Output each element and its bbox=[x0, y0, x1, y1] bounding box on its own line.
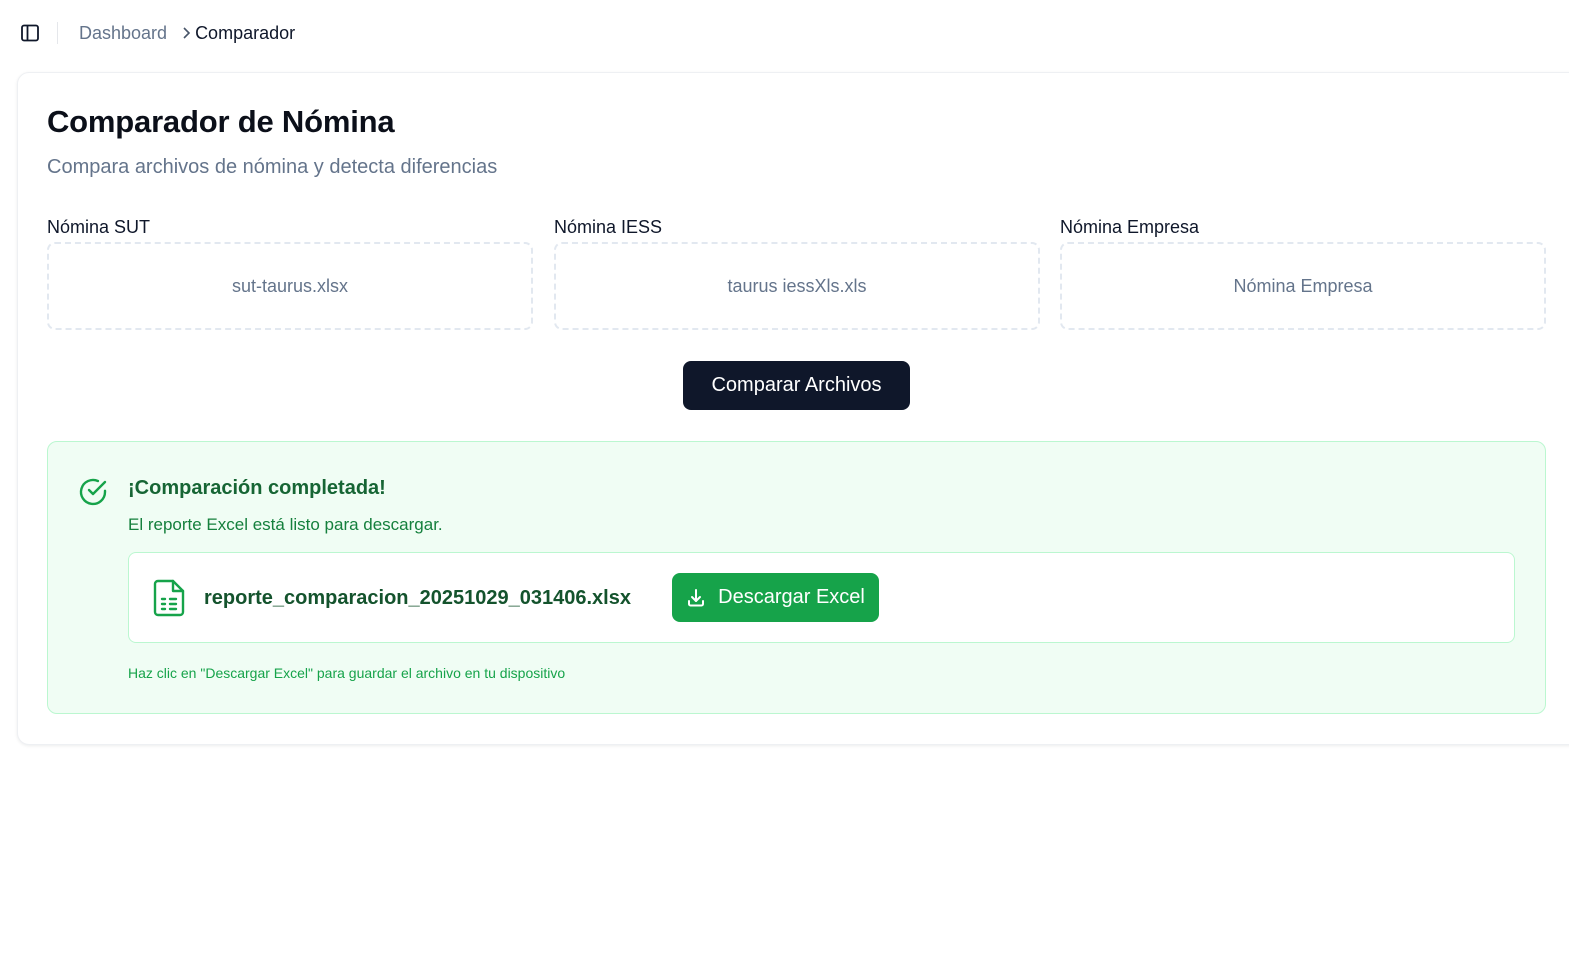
page-title: Comparador de Nómina bbox=[47, 104, 395, 139]
compare-files-button[interactable]: Comparar Archivos bbox=[683, 361, 910, 410]
download-excel-button[interactable]: Descargar Excel bbox=[672, 573, 879, 622]
sut-label: Nómina SUT bbox=[47, 217, 151, 237]
sut-file-name: sut-taurus.xlsx bbox=[231, 275, 349, 296]
breadcrumb-dashboard-link[interactable]: Dashboard bbox=[79, 23, 167, 44]
iess-file-name: taurus iessXls.xls bbox=[727, 275, 867, 296]
file-spreadsheet-icon bbox=[152, 579, 186, 617]
page-subtitle: Compara archivos de nómina y detecta dif… bbox=[47, 156, 498, 178]
check-circle-icon bbox=[78, 477, 108, 507]
iess-file-dropzone[interactable]: taurus iessXls.xls bbox=[554, 242, 1040, 330]
breadcrumb-current: Comparador bbox=[195, 22, 296, 43]
iess-label: Nómina IESS bbox=[554, 217, 663, 237]
empresa-file-dropzone[interactable]: Nómina Empresa bbox=[1060, 242, 1546, 330]
top-bar: Dashboard Comparador bbox=[0, 0, 1569, 66]
success-title: ¡Comparación completada! bbox=[128, 477, 386, 499]
breadcrumb: Dashboard Comparador bbox=[79, 22, 295, 44]
download-icon bbox=[686, 588, 706, 608]
success-description: El reporte Excel está listo para descarg… bbox=[128, 515, 443, 534]
download-button-label: Descargar Excel bbox=[718, 586, 865, 608]
panel-left-icon[interactable] bbox=[20, 23, 40, 43]
header-divider bbox=[57, 22, 58, 44]
download-hint: Haz clic en "Descargar Excel" para guard… bbox=[128, 665, 566, 681]
chevron-right-icon bbox=[181, 26, 191, 40]
empresa-label: Nómina Empresa bbox=[1060, 217, 1200, 237]
report-file-name: reporte_comparacion_20251029_031406.xlsx bbox=[204, 587, 631, 609]
empresa-file-placeholder: Nómina Empresa bbox=[1233, 275, 1373, 296]
sut-file-dropzone[interactable]: sut-taurus.xlsx bbox=[47, 242, 533, 330]
